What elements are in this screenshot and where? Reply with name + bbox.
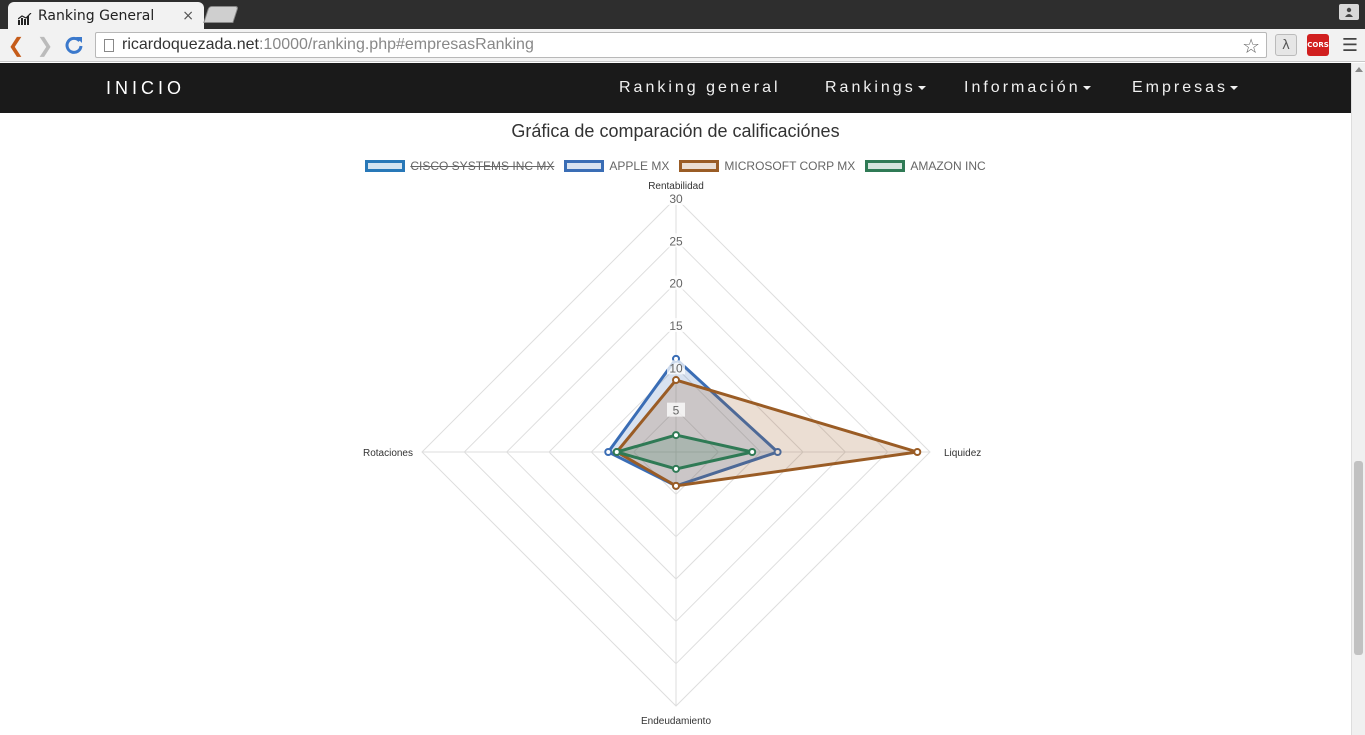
- data-point: [612, 448, 621, 456]
- data-point: [672, 376, 680, 385]
- data-point: [913, 448, 922, 456]
- radar-chart: 5 10 15 20 25 30Rentabilidad Liquidez Endeudami…: [363, 181, 981, 727]
- data-point: [672, 464, 680, 473]
- series-area: [614, 378, 918, 488]
- scrollbar-thumb[interactable]: [1354, 461, 1363, 655]
- scroll-up-icon[interactable]: [1355, 67, 1363, 72]
- tick-label: 10: [669, 361, 683, 375]
- axis-label: Endeudamiento: [641, 716, 711, 727]
- page-scrollbar[interactable]: [1351, 63, 1365, 735]
- axis-label: Rotaciones: [363, 448, 413, 459]
- tick-label: 25: [669, 234, 683, 248]
- tick-label: 5: [673, 404, 680, 418]
- axis-label: Rentabilidad: [648, 181, 704, 192]
- tick-label: 30: [669, 192, 683, 206]
- data-point: [604, 448, 613, 456]
- data-point: [672, 481, 680, 490]
- axis-label: Liquidez: [944, 448, 981, 459]
- data-point: [672, 431, 680, 440]
- tick-label: 15: [669, 319, 683, 333]
- data-point: [748, 448, 757, 456]
- tick-label: 20: [669, 277, 683, 291]
